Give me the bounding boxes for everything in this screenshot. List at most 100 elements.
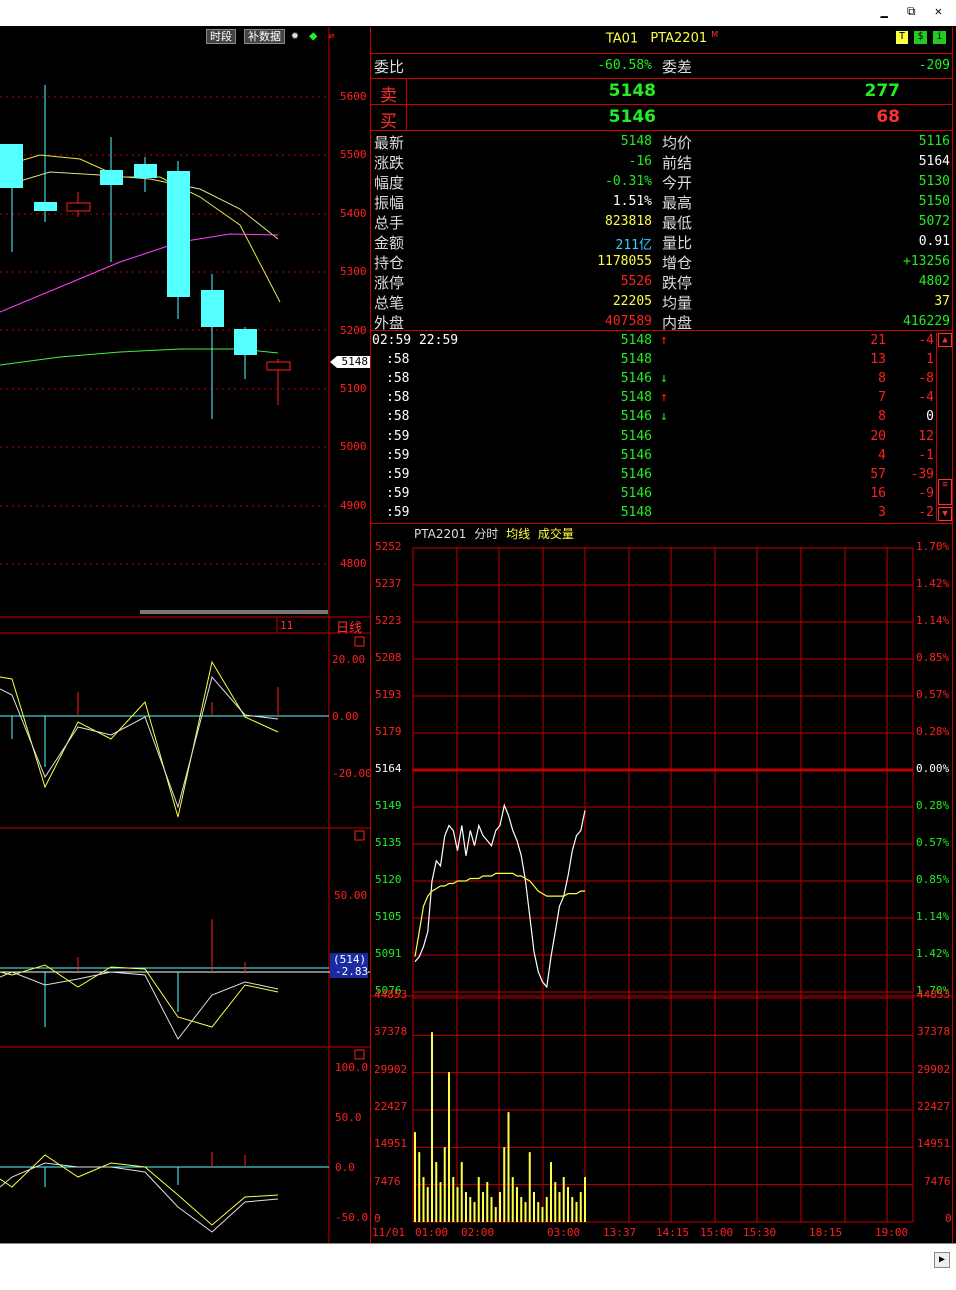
- time-label: 13:37: [603, 1226, 637, 1239]
- time-label: 01:00: [415, 1226, 449, 1239]
- stat-label: 最低: [662, 214, 693, 232]
- osc3-line-b: [0, 1162, 279, 1233]
- tick-time: :59: [386, 428, 410, 444]
- intraday-price-tick: 5252: [375, 540, 402, 553]
- divider: [371, 523, 952, 524]
- sell-label: 卖: [380, 86, 397, 106]
- intraday-price-tick: 5120: [375, 873, 402, 886]
- info-icon[interactable]: i: [933, 31, 946, 44]
- time-label: 11/01: [372, 1226, 406, 1239]
- tick-price: 5146: [620, 371, 652, 387]
- kline-pane[interactable]: [0, 27, 370, 1243]
- osc3-bars-neg: [44, 1167, 179, 1187]
- contract-name: PTA2201: [650, 31, 708, 47]
- stat-label: 今开: [662, 174, 693, 192]
- diamond-icon[interactable]: ◆: [309, 28, 317, 44]
- stat-label: 前结: [662, 154, 693, 172]
- volume-tick-right: 14951: [917, 1137, 951, 1151]
- stat-label: 涨跌: [374, 154, 405, 172]
- window-controls[interactable]: ▁ ⧉ ✕: [881, 4, 948, 19]
- tick-volume: 57: [870, 466, 886, 482]
- stat-label: 均量: [662, 294, 693, 312]
- scroll-right-icon[interactable]: ▶: [934, 1252, 950, 1268]
- period-label[interactable]: 日线: [336, 617, 362, 636]
- tick-change: 0: [926, 409, 934, 425]
- osc1-tick: -20.00: [332, 767, 372, 780]
- intraday-pct-tick: 1.42%: [916, 947, 950, 960]
- patch-data-button[interactable]: 补数据: [244, 29, 285, 44]
- osc2-line-b: [0, 971, 279, 1040]
- candlesticks: [0, 85, 291, 419]
- osc2-settings-icon: [354, 830, 365, 841]
- stat-row: 总手 823818 最低 5072: [372, 212, 952, 232]
- money-icon[interactable]: $: [914, 31, 927, 44]
- osc1-tick: 0.00: [332, 710, 359, 723]
- candle: [167, 171, 190, 297]
- stat-label: 持仓: [374, 254, 405, 272]
- stat-label: 最新: [374, 134, 405, 152]
- candle: [134, 164, 157, 178]
- kline-scrollbar[interactable]: [140, 610, 328, 614]
- divider: [371, 330, 952, 331]
- volume-tick-left: 7476: [374, 1174, 401, 1188]
- tick-scrollbar[interactable]: ▲ ≡ ▼: [936, 333, 952, 521]
- osc3-settings-icon: [354, 1049, 365, 1060]
- volume-tick-left: 14951: [374, 1137, 408, 1151]
- date-marker: 11: [280, 619, 294, 632]
- sell-price[interactable]: 5148: [609, 81, 656, 101]
- period-button[interactable]: 时段: [206, 29, 236, 44]
- osc1-settings-icon: [354, 636, 365, 647]
- gear-icon[interactable]: ✹: [291, 28, 299, 43]
- tick-time: :58: [386, 409, 410, 425]
- symbol-code: TA01: [605, 31, 639, 47]
- intraday-pct-tick: 0.85%: [916, 651, 950, 664]
- intraday-pct-tick: 1.14%: [916, 910, 950, 923]
- tick-volume: 13: [870, 352, 886, 368]
- stat-label: 金额: [374, 234, 405, 252]
- price-tick: 4800: [340, 557, 367, 571]
- menu-icon[interactable]: ⇌: [328, 29, 335, 42]
- price-tick: 5600: [340, 90, 367, 103]
- stat-value: 5130: [918, 174, 950, 189]
- osc1-line-a: [0, 660, 279, 818]
- scroll-up-icon[interactable]: ▲: [938, 333, 952, 347]
- stat-row: 持仓 1178055 增仓 +13256: [372, 252, 952, 272]
- tick-price: 5146: [620, 409, 652, 425]
- tick-row: :59 5148 3 -2: [372, 504, 952, 523]
- tick-row: :59 5146 20 12: [372, 428, 952, 447]
- buy-row[interactable]: 买 5146 68: [372, 107, 952, 132]
- intraday-price-tick: 5105: [375, 910, 402, 923]
- osc1-bars-neg: [11, 716, 46, 767]
- osc3-tick: 100.0: [335, 1061, 369, 1074]
- time-label: 03:00: [547, 1226, 581, 1239]
- sell-row[interactable]: 卖 5148 277: [372, 81, 952, 106]
- intraday-pct-tick: 0.85%: [916, 873, 950, 886]
- candle: [234, 329, 257, 355]
- buy-label: 买: [380, 112, 397, 132]
- stat-value: 5148: [620, 134, 652, 149]
- intraday-mode[interactable]: 分时: [474, 527, 498, 541]
- stat-value: 407589: [605, 314, 652, 329]
- stat-row: 最新 5148 均价 5116: [372, 132, 952, 152]
- trade-icon[interactable]: T: [896, 31, 908, 44]
- weibi-row: 委比 -60.58% 委差 -209: [372, 56, 952, 76]
- tick-time: :59: [386, 447, 410, 463]
- price-tick: 5400: [340, 206, 367, 220]
- stat-label: 均价: [662, 134, 693, 152]
- scroll-down-icon[interactable]: ▼: [938, 507, 952, 521]
- stat-row: 涨跌 -16 前结 5164: [372, 152, 952, 172]
- buy-price[interactable]: 5146: [609, 107, 656, 127]
- tick-time: :58: [386, 390, 410, 406]
- scroll-thumb[interactable]: ≡: [938, 479, 952, 505]
- intraday-pct-tick: 0.28%: [916, 799, 950, 812]
- intraday-chart[interactable]: [371, 540, 953, 1243]
- avg-line-label[interactable]: 均线: [506, 527, 530, 541]
- volume-label[interactable]: 成交量: [538, 527, 574, 541]
- osc1-bars: [77, 687, 279, 716]
- stat-value: 5072: [918, 214, 950, 229]
- osc1-line-b: [0, 675, 279, 809]
- tick-price: 5148: [620, 333, 652, 348]
- tick-row: :58 5148 13 1: [372, 351, 952, 370]
- intraday-pct-tick: 0.28%: [916, 725, 950, 738]
- intraday-pct-tick: 0.00%: [916, 762, 950, 775]
